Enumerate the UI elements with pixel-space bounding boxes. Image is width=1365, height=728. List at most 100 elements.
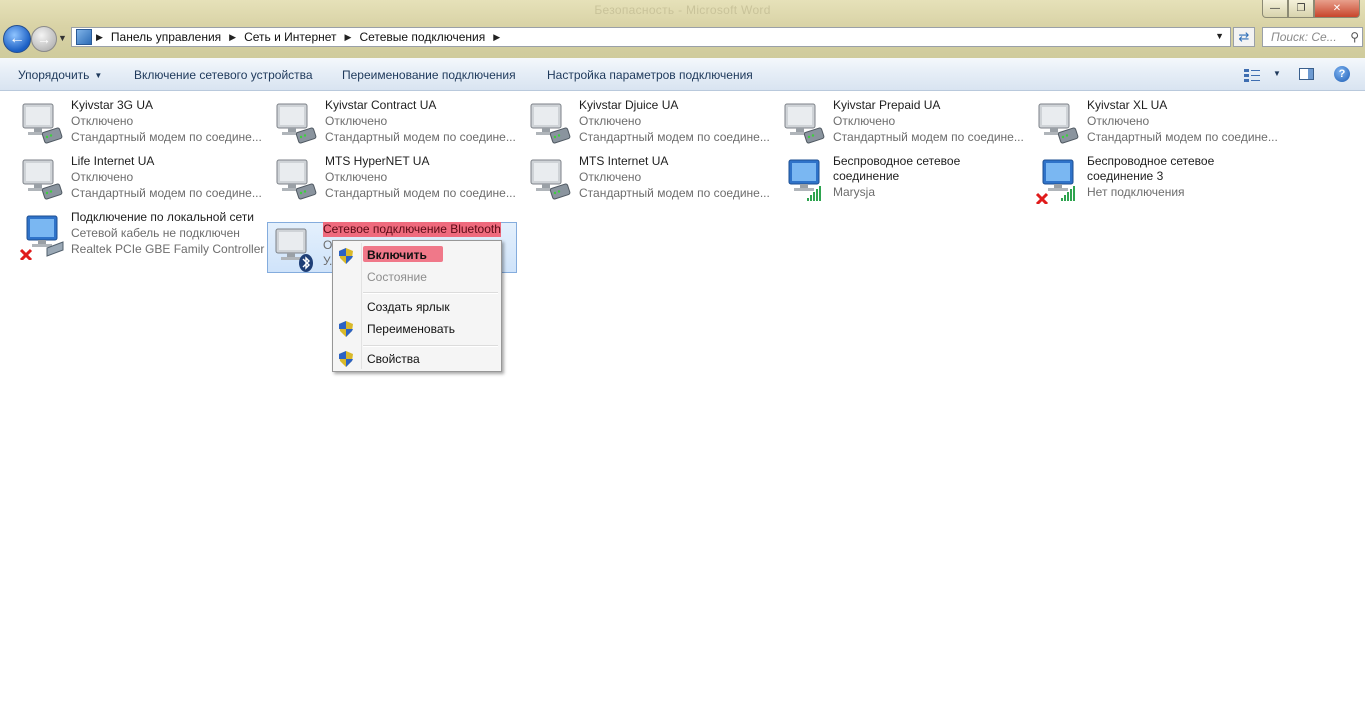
connection-status: Отключено [325, 114, 388, 128]
connection-status: Сетевой кабель не подключен [71, 226, 240, 240]
minimize-button[interactable]: — [1262, 0, 1288, 18]
modem-connection-icon [1033, 100, 1081, 148]
chevron-down-icon: ▼ [94, 71, 103, 80]
connection-item[interactable]: Kyivstar 3G UA Отключено Стандартный модем… [15, 98, 265, 148]
connection-status: Отключено [325, 170, 388, 184]
chevron-right-icon[interactable]: ▶ [96, 32, 103, 43]
organize-label: Упорядочить [18, 68, 90, 82]
control-panel-icon [76, 29, 92, 45]
connection-name: Kyivstar Prepaid UA [833, 98, 941, 112]
breadcrumb: Панель управления ▶ Сеть и Интернет ▶ Се… [111, 30, 508, 44]
enable-device-button[interactable]: Включение сетевого устройства [134, 68, 313, 82]
search-icon: ⚲ [1350, 30, 1359, 44]
connection-item[interactable]: Подключение по локальной сети Сетевой каб… [15, 210, 265, 262]
connection-name: Kyivstar XL UA [1087, 98, 1168, 112]
uac-shield-icon [339, 248, 353, 264]
refresh-icon: ⇄ [1238, 29, 1250, 44]
chevron-down-icon: ▼ [1273, 69, 1281, 78]
connection-status: Отключено [833, 114, 896, 128]
history-dropdown-icon[interactable]: ▼ [58, 33, 67, 43]
connection-status: Отключено [579, 114, 642, 128]
connection-device: Стандартный модем по соедине... [325, 130, 516, 144]
menu-item-create-shortcut[interactable]: Создать ярлык [367, 300, 450, 314]
connection-item[interactable]: MTS HyperNET UA Отключено Стандартный моде… [269, 154, 519, 204]
connection-status: Marysja [833, 185, 876, 199]
bluetooth-connection-icon [270, 225, 318, 273]
connection-status: Отключено [71, 114, 134, 128]
connection-name: Kyivstar Djuice UA [579, 98, 679, 112]
refresh-button[interactable]: ⇄ [1233, 27, 1255, 47]
connection-name: Life Internet UA [71, 154, 155, 168]
maximize-button[interactable]: ❐ [1288, 0, 1314, 18]
connection-name: MTS HyperNET UA [325, 154, 430, 168]
forward-button[interactable]: → [31, 26, 57, 52]
close-button[interactable]: ✕ [1314, 0, 1360, 18]
address-bar[interactable]: ▶ Панель управления ▶ Сеть и Интернет ▶ … [71, 27, 1231, 47]
menu-separator [363, 292, 498, 294]
modem-connection-icon [17, 156, 65, 204]
connection-device: Стандартный модем по соедине... [579, 130, 770, 144]
back-button[interactable]: ← [3, 25, 31, 53]
connection-status: Отключено [71, 170, 134, 184]
connection-item[interactable]: Беспроводное сетевое соединение Marysja [777, 154, 1027, 204]
connection-device: Realtek PCIe GBE Family Controller [71, 242, 265, 256]
breadcrumb-control-panel[interactable]: Панель управления [111, 30, 221, 44]
connection-device: Стандартный модем по соедине... [71, 186, 262, 200]
uac-shield-icon [339, 351, 353, 367]
connection-name: MTS Internet UA [579, 154, 669, 168]
modem-connection-icon [525, 156, 573, 204]
modem-connection-icon [779, 100, 827, 148]
connection-status: Нет подключения [1087, 185, 1185, 199]
connection-name: Сетевое подключение Bluetooth [323, 222, 501, 237]
menu-item-status: Состояние [367, 270, 427, 284]
modem-connection-icon [271, 100, 319, 148]
context-menu: Включить Состояние Создать ярлык Переиме… [332, 240, 502, 372]
connection-name: Kyivstar Contract UA [325, 98, 437, 112]
connection-name: Подключение по локальной сети [71, 210, 254, 224]
chevron-right-icon[interactable]: ▶ [229, 32, 236, 43]
rename-connection-button[interactable]: Переименование подключения [342, 68, 516, 82]
breadcrumb-network-connections[interactable]: Сетевые подключения [359, 30, 485, 44]
search-placeholder: Поиск: Се... [1271, 30, 1337, 44]
menu-item-rename[interactable]: Переименовать [367, 322, 455, 336]
connection-item[interactable]: Kyivstar Contract UA Отключено Стандартный… [269, 98, 519, 148]
help-icon[interactable]: ? [1334, 66, 1350, 82]
connection-device: Стандартный модем по соедине... [71, 130, 262, 144]
modem-connection-icon [525, 100, 573, 148]
connection-name: Беспроводное сетевое соединение [833, 154, 961, 183]
menu-separator [363, 345, 498, 347]
connection-device: Стандартный модем по соедине... [833, 130, 1024, 144]
chevron-right-icon[interactable]: ▶ [345, 32, 352, 43]
modem-connection-icon [271, 156, 319, 204]
command-bar: Упорядочить ▼ Включение сетевого устройст… [0, 58, 1365, 91]
connection-name: Беспроводное сетевое соединение 3 [1087, 154, 1215, 183]
wireless-off-connection-icon [1033, 156, 1081, 206]
connection-item[interactable]: MTS Internet UA Отключено Стандартный моде… [523, 154, 773, 204]
organize-button[interactable]: Упорядочить ▼ [18, 68, 102, 82]
search-input[interactable]: Поиск: Се... ⚲ [1262, 27, 1363, 47]
window-title: Безопасность - Microsoft Word [594, 3, 771, 17]
connection-item[interactable]: Kyivstar XL UA Отключено Стандартный модем… [1031, 98, 1281, 148]
connection-item[interactable]: Kyivstar Djuice UA Отключено Стандартный м… [523, 98, 773, 148]
connection-status: Отключено [579, 170, 642, 184]
connection-device: Стандартный модем по соедине... [579, 186, 770, 200]
chevron-right-icon[interactable]: ▶ [493, 32, 500, 43]
arrow-right-icon: → [37, 31, 51, 47]
menu-item-enable[interactable]: Включить [367, 248, 427, 262]
connection-status: Отключено [1087, 114, 1150, 128]
connection-item[interactable]: Kyivstar Prepaid UA Отключено Стандартный … [777, 98, 1027, 148]
change-view-button[interactable]: ▼ [1242, 67, 1282, 83]
arrow-left-icon: ← [9, 30, 25, 47]
connection-device: Стандартный модем по соедине... [325, 186, 516, 200]
connection-device: Стандартный модем по соедине... [1087, 130, 1278, 144]
preview-pane-button[interactable] [1299, 68, 1314, 80]
uac-shield-icon [339, 321, 353, 337]
address-dropdown-icon[interactable]: ▼ [1215, 31, 1224, 41]
connection-item[interactable]: Life Internet UA Отключено Стандартный мод… [15, 154, 265, 204]
breadcrumb-network-internet[interactable]: Сеть и Интернет [244, 30, 336, 44]
menu-item-properties[interactable]: Свойства [367, 352, 420, 366]
connection-settings-button[interactable]: Настройка параметров подключения [547, 68, 753, 82]
connection-name: Kyivstar 3G UA [71, 98, 154, 112]
window-controls: — ❐ ✕ [1262, 0, 1360, 18]
connection-item[interactable]: Беспроводное сетевое соединение 3 Нет под… [1031, 154, 1281, 206]
